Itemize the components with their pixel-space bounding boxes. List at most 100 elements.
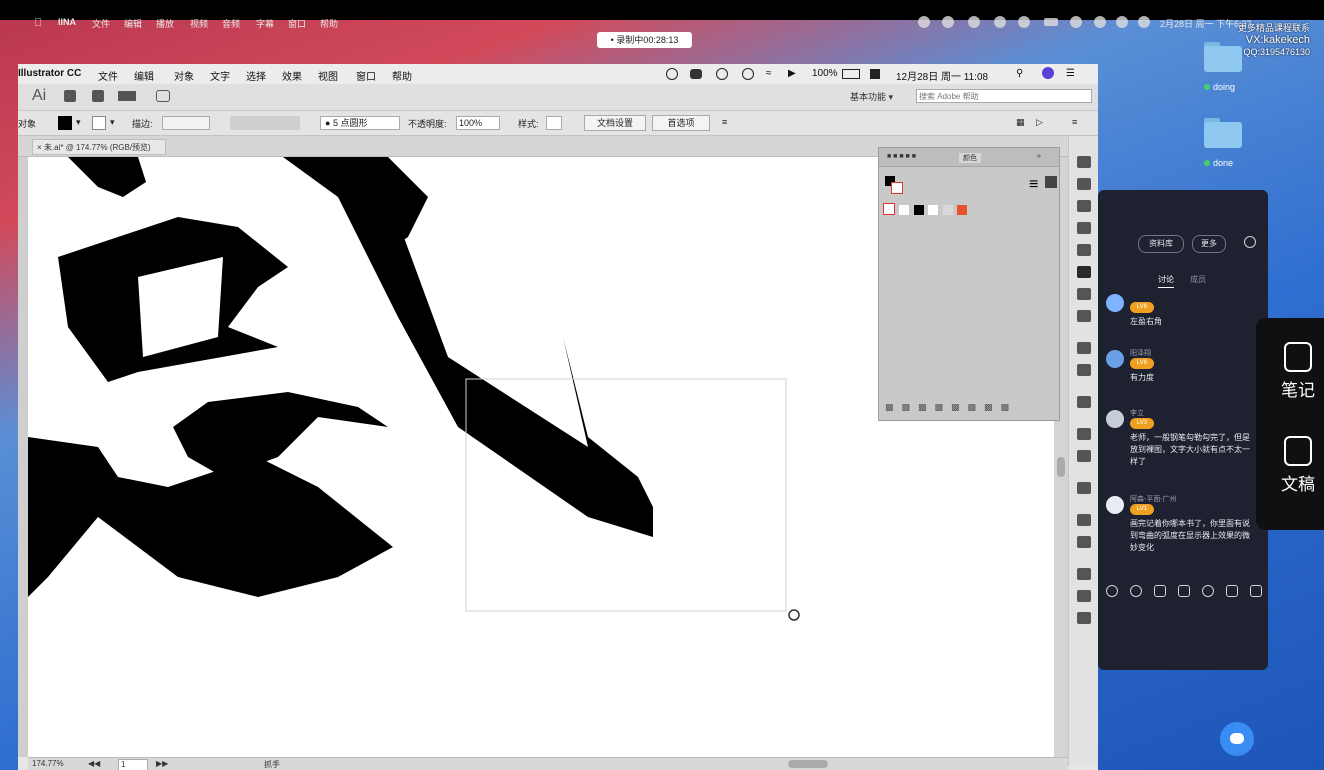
list-view-icon[interactable]: ≡ <box>1029 176 1038 194</box>
recording-badge[interactable]: • 录制中00:28:13 <box>597 32 692 48</box>
swatch[interactable] <box>942 205 953 215</box>
status-icon[interactable] <box>968 16 980 28</box>
system-menu-item[interactable]: 文件 <box>92 17 110 30</box>
app-name[interactable]: Illustrator CC <box>18 68 81 79</box>
align-icon[interactable]: ▦ <box>1016 117 1025 128</box>
notes-button[interactable]: 笔记 <box>1278 342 1318 401</box>
menubar-datetime[interactable]: 12月28日 周一 11:08 <box>896 68 988 83</box>
gpu-icon[interactable] <box>156 90 170 102</box>
brush-icon[interactable] <box>1077 178 1091 190</box>
menu-select[interactable]: 选择 <box>246 68 266 83</box>
brush-definition-field[interactable]: ● 5 点圆形 <box>320 116 400 130</box>
panel-footer-icons[interactable]: ▩▩▩▩▩▩▩▩ <box>885 402 1017 413</box>
panel-tab-icon[interactable]: ■ ■ ■ ■ ■ <box>887 153 916 160</box>
battery-icon[interactable] <box>1044 18 1058 26</box>
color-panel-icon[interactable] <box>1077 266 1091 278</box>
wifi-icon[interactable] <box>1070 16 1082 28</box>
opacity-field[interactable]: 100% <box>456 116 500 130</box>
system-menu-item[interactable]: 帮助 <box>320 17 338 30</box>
swatch[interactable] <box>957 205 968 215</box>
chevron-down-icon[interactable]: ▾ <box>76 117 81 128</box>
status-icon[interactable] <box>942 16 954 28</box>
siri-icon[interactable] <box>1042 67 1054 79</box>
menu-window[interactable]: 窗口 <box>356 68 376 83</box>
stroke-swatch[interactable] <box>92 116 106 130</box>
stroke-weight-field[interactable] <box>162 116 210 130</box>
system-app-name[interactable]: IINA <box>58 17 76 27</box>
emoji-icon[interactable] <box>1130 585 1142 597</box>
color-tab[interactable]: 颜色 <box>959 153 981 163</box>
pathfinder-icon[interactable] <box>1077 536 1091 548</box>
swatch[interactable] <box>928 205 939 215</box>
help-search-input[interactable] <box>916 89 1092 103</box>
folder-label-done[interactable]: done <box>1204 158 1233 168</box>
align-icon[interactable] <box>1077 514 1091 526</box>
swatch[interactable] <box>913 205 924 215</box>
transform-icon[interactable]: ▷ <box>1036 117 1043 128</box>
avatar[interactable] <box>1106 496 1124 514</box>
battery-percent[interactable]: 100% <box>812 68 838 79</box>
document-button[interactable]: 文稿 <box>1278 436 1318 495</box>
sync-icon[interactable] <box>742 68 754 80</box>
more-button[interactable]: 更多 <box>1192 235 1226 253</box>
workspace-switcher[interactable]: 基本功能 ▾ <box>850 90 893 103</box>
system-menu-item[interactable]: 字幕 <box>256 17 274 30</box>
chat-bubble-button[interactable] <box>1220 722 1254 756</box>
menu-icon[interactable] <box>1077 156 1091 168</box>
stroke-icon[interactable] <box>1077 342 1091 354</box>
preferences-button[interactable]: 首选项 <box>652 115 710 131</box>
grid-view-icon[interactable] <box>1045 176 1057 188</box>
folder-label-doing[interactable]: doing <box>1204 82 1235 92</box>
layers-icon[interactable] <box>1077 428 1091 440</box>
links-icon[interactable] <box>1077 364 1091 376</box>
clock-icon[interactable] <box>1202 585 1214 597</box>
graphic-style-icon[interactable] <box>1077 244 1091 256</box>
status-icon[interactable] <box>918 16 930 28</box>
artboard-nav-next-icon[interactable]: ▶▶ <box>156 759 168 768</box>
swatch[interactable] <box>899 205 910 215</box>
status-icon[interactable] <box>1018 16 1030 28</box>
avatar[interactable] <box>1106 350 1124 368</box>
swatch-none[interactable] <box>883 203 895 215</box>
menu-effect[interactable]: 效果 <box>282 68 302 83</box>
stock-icon[interactable] <box>92 90 104 102</box>
gradient-icon[interactable] <box>1077 288 1091 300</box>
screen-icon[interactable] <box>1226 585 1238 597</box>
resource-library-button[interactable]: 资料库 <box>1138 235 1184 253</box>
appearance-icon[interactable] <box>1077 222 1091 234</box>
system-menu-item[interactable]: 窗口 <box>288 17 306 30</box>
battery-icon[interactable] <box>842 69 860 79</box>
avatar[interactable] <box>1106 294 1124 312</box>
scroll-thumb[interactable] <box>1057 457 1065 477</box>
scissors-icon[interactable] <box>1154 585 1166 597</box>
zoom-level[interactable]: 174.77% <box>32 759 64 768</box>
opentype-icon[interactable] <box>1077 612 1091 624</box>
record-icon[interactable] <box>666 68 678 80</box>
system-menu-item[interactable]: 音频 <box>222 17 240 30</box>
status-icon[interactable] <box>994 16 1006 28</box>
arrange-documents-icon[interactable] <box>118 91 136 101</box>
control-center-icon[interactable] <box>1116 16 1128 28</box>
collapse-icon[interactable]: » <box>1037 153 1041 160</box>
spotlight-icon[interactable]: ⚲ <box>1016 68 1023 79</box>
comment-icon[interactable] <box>1250 585 1262 597</box>
system-menu-item[interactable]: 编辑 <box>124 17 142 30</box>
wifi-icon[interactable]: ≈ <box>766 68 772 79</box>
asset-export-icon[interactable] <box>1077 396 1091 408</box>
arrange-icon[interactable]: ≡ <box>722 117 727 127</box>
input-method-icon[interactable] <box>870 69 880 79</box>
symbol-icon[interactable] <box>1077 200 1091 212</box>
menu-file[interactable]: 文件 <box>98 68 118 83</box>
bridge-icon[interactable] <box>64 90 76 102</box>
paragraph-icon[interactable] <box>1077 590 1091 602</box>
system-menu-item[interactable]: 播放 <box>156 17 174 30</box>
camera-icon[interactable] <box>690 69 702 79</box>
document-tab[interactable]: × 未.ai* @ 174.77% (RGB/预览) <box>32 139 166 155</box>
transform-icon[interactable] <box>1077 482 1091 494</box>
menu-type[interactable]: 文字 <box>210 68 230 83</box>
notification-center-icon[interactable]: ☰ <box>1066 68 1075 79</box>
artboards-icon[interactable] <box>1077 450 1091 462</box>
search-icon[interactable] <box>1094 16 1106 28</box>
chevron-down-icon[interactable]: ▾ <box>110 117 115 128</box>
character-icon[interactable] <box>1077 568 1091 580</box>
